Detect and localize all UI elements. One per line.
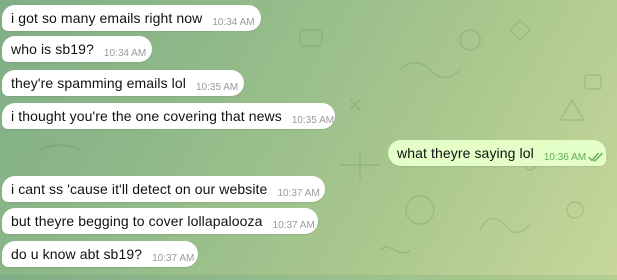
message-text: do u know abt sb19? xyxy=(11,246,143,262)
message-text: what theyre saying lol xyxy=(397,145,534,161)
message-bubble[interactable]: i thought you're the one covering that n… xyxy=(2,103,335,129)
message-time: 10:36 AM xyxy=(543,151,587,163)
message-text: i cant ss 'cause it'll detect on our web… xyxy=(11,181,268,197)
message-bubble[interactable]: i cant ss 'cause it'll detect on our web… xyxy=(2,176,325,202)
double-check-icon xyxy=(588,152,604,162)
message-bubble[interactable]: i got so many emails right now 10:34 AM xyxy=(2,5,261,31)
message-bubble[interactable]: who is sb19? 10:34 AM xyxy=(2,36,152,62)
message-bubble[interactable]: but theyre begging to cover lollapalooza… xyxy=(2,208,318,234)
message-bubble[interactable]: do u know abt sb19? 10:37 AM xyxy=(2,241,198,267)
message-bubble[interactable]: they're spamming emails lol 10:35 AM xyxy=(2,70,244,96)
message-text: i thought you're the one covering that n… xyxy=(11,108,282,124)
message-text: they're spamming emails lol xyxy=(11,75,186,91)
message-text: i got so many emails right now xyxy=(11,10,203,26)
message-list: i got so many emails right now 10:34 AM … xyxy=(0,0,617,275)
message-text: but theyre begging to cover lollapalooza xyxy=(11,213,263,229)
message-time: 10:37 AM xyxy=(272,219,315,231)
message-time: 10:34 AM xyxy=(103,47,147,59)
message-time: 10:34 AM xyxy=(212,16,255,28)
message-time: 10:35 AM xyxy=(196,81,239,93)
message-text: who is sb19? xyxy=(11,41,94,57)
message-bubble-outgoing[interactable]: what theyre saying lol 10:36 AM xyxy=(388,140,606,166)
message-time: 10:35 AM xyxy=(291,114,335,126)
message-time: 10:37 AM xyxy=(277,187,320,199)
message-time: 10:37 AM xyxy=(152,252,195,264)
